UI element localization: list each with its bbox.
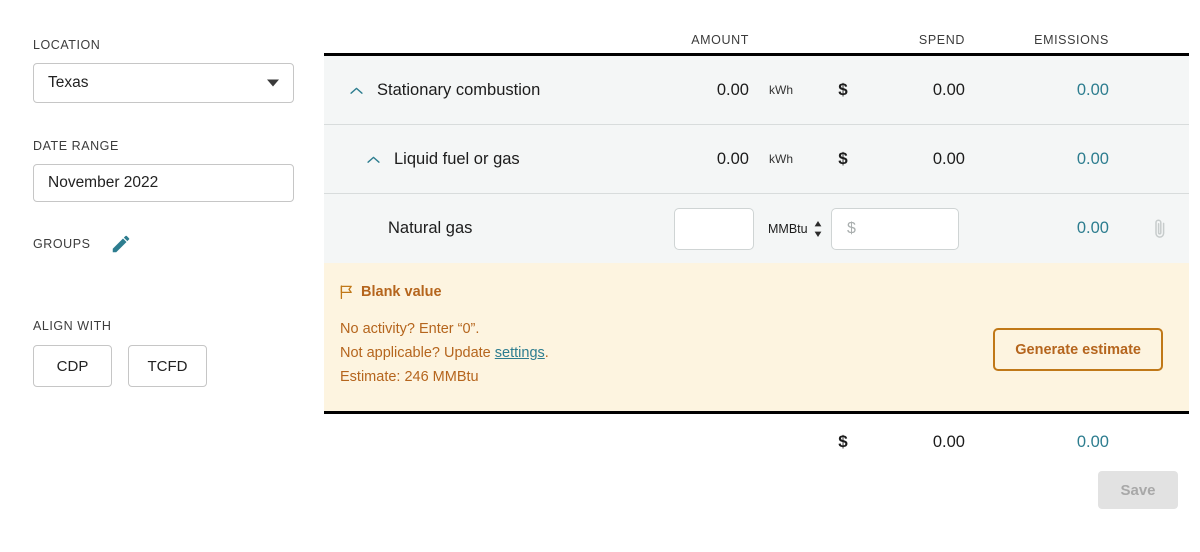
totals-currency-symbol: $ (838, 432, 848, 451)
location-value: Texas (48, 74, 89, 91)
row-title: Natural gas (388, 219, 473, 237)
row-title: Stationary combustion (377, 80, 541, 99)
alert-header: Blank value (340, 284, 549, 300)
header-emissions: EMISSIONS (1034, 33, 1109, 47)
blank-value-alert: Blank value No activity? Enter “0”. Not … (324, 263, 1189, 414)
totals-emissions: 0.00 (1076, 432, 1109, 451)
row-name-cell: Stationary combustion (324, 81, 635, 100)
alert-content: Blank value No activity? Enter “0”. Not … (340, 284, 549, 389)
stepper-updown-icon[interactable] (813, 219, 823, 239)
align-option-tcfd-label: TCFD (147, 357, 188, 375)
header-spend: SPEND (918, 33, 965, 47)
row-name-cell: Natural gas (324, 219, 635, 238)
amount-input[interactable] (674, 207, 754, 250)
alert-lines: No activity? Enter “0”. Not applicable? … (340, 317, 549, 389)
date-range-value: November 2022 (48, 174, 159, 191)
table-row[interactable]: Stationary combustion 0.00 kWh $ 0.00 0.… (324, 56, 1189, 125)
row-emissions: 0.00 (1076, 149, 1109, 168)
unit-label: MMBtu (768, 221, 808, 236)
table-row[interactable]: Liquid fuel or gas 0.00 kWh $ 0.00 0.00 (324, 125, 1189, 194)
amount-cell (635, 207, 763, 250)
date-range-input[interactable]: November 2022 (33, 164, 294, 202)
row-unit: kWh (769, 83, 793, 97)
alert-title: Blank value (361, 284, 442, 300)
groups-label: GROUPS (33, 237, 91, 251)
align-option-tcfd[interactable]: TCFD (128, 345, 207, 387)
row-spend: 0.00 (932, 80, 965, 99)
chevron-up-icon[interactable] (350, 86, 363, 95)
chevron-down-icon (267, 79, 279, 87)
chevron-up-icon[interactable] (367, 155, 380, 164)
header-amount: AMOUNT (691, 33, 749, 47)
row-amount: 0.00 (716, 149, 749, 168)
app-root: LOCATION Texas DATE RANGE November 2022 … (0, 0, 1200, 552)
location-label: LOCATION (33, 38, 101, 52)
location-select[interactable]: Texas (33, 63, 294, 103)
row-name-cell: Liquid fuel or gas (324, 150, 635, 169)
align-option-cdp-label: CDP (56, 357, 89, 375)
spend-cell: $ (825, 207, 1003, 250)
alert-line-no-activity: No activity? Enter “0”. (340, 321, 480, 337)
align-with-label: ALIGN WITH (33, 319, 112, 333)
totals-spend: 0.00 (932, 432, 965, 451)
paperclip-icon[interactable] (1153, 218, 1167, 240)
row-title: Liquid fuel or gas (394, 149, 520, 168)
emissions-table: AMOUNT SPEND EMISSIONS Stationary combus… (324, 0, 1200, 552)
table-header-row: AMOUNT SPEND EMISSIONS (324, 0, 1189, 56)
align-option-cdp[interactable]: CDP (33, 345, 112, 387)
row-spend: 0.00 (932, 149, 965, 168)
save-row: Save (324, 471, 1189, 509)
alert-line2-prefix: Not applicable? Update (340, 345, 495, 361)
row-currency-symbol: $ (838, 80, 848, 99)
row-unit: kWh (769, 152, 793, 166)
settings-link[interactable]: settings (495, 345, 545, 361)
row-emissions: 0.00 (1076, 80, 1109, 99)
totals-row: $ 0.00 0.00 (324, 414, 1189, 470)
row-amount: 0.00 (716, 80, 749, 99)
pencil-icon[interactable] (110, 233, 132, 255)
unit-cell: MMBtu (763, 219, 825, 239)
flag-icon (340, 285, 352, 299)
groups-row: GROUPS (33, 233, 324, 255)
spend-placeholder: $ (847, 219, 856, 237)
table-row-natural-gas: Natural gas MMBtu $ 0.00 (324, 194, 1189, 263)
attachment-cell (1153, 218, 1189, 240)
row-currency-symbol: $ (838, 149, 848, 168)
filters-sidebar: LOCATION Texas DATE RANGE November 2022 … (0, 0, 324, 552)
alert-line-estimate: Estimate: 246 MMBtu (340, 369, 479, 385)
alert-line2-suffix: . (544, 345, 549, 361)
generate-estimate-button[interactable]: Generate estimate (993, 328, 1163, 371)
alert-line-not-applicable: Not applicable? Update settings. (340, 341, 549, 365)
date-range-label: DATE RANGE (33, 139, 119, 153)
align-with-options: CDP TCFD (33, 345, 324, 387)
spend-input[interactable]: $ (831, 207, 959, 250)
save-button[interactable]: Save (1098, 471, 1178, 509)
row-emissions: 0.00 (1076, 219, 1109, 237)
